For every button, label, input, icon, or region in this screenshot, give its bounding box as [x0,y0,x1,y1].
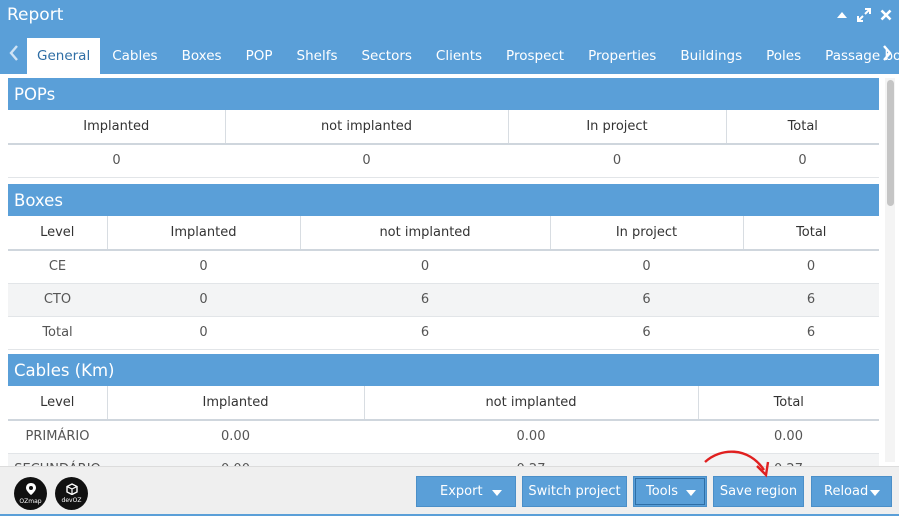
chevron-down-icon [492,490,502,496]
table-cell: 6 [300,283,550,317]
table-row: Total 0 6 6 6 [8,316,879,350]
table-cell: CTO [8,283,107,317]
pops-table: Implanted not implanted In project Total… [8,110,879,178]
tab-properties[interactable]: Properties [576,38,668,74]
cube-icon [65,483,78,497]
table-cell: 0.00 [107,453,364,466]
chevron-down-icon [870,490,880,496]
column-header: Implanted [106,386,364,421]
column-header: Level [8,216,107,251]
minimize-icon[interactable] [835,8,849,22]
table-cell: 0.00 [107,420,364,454]
table-row: CE 0 0 0 0 [8,250,879,284]
column-header: Total [697,386,879,421]
save-region-label: Save region [719,484,798,499]
cables-section-title: Cables (Km) [8,354,879,386]
table-cell: SECUNDÁRIO [8,453,107,466]
ozmap-logo: OZmap [14,477,47,510]
save-region-button[interactable]: Save region [713,476,804,507]
boxes-section-title: Boxes [8,184,879,216]
tools-button-label: Tools [646,484,679,499]
export-button-label: Export [440,484,483,499]
table-cell: 6 [743,283,879,317]
scrollbar-thumb[interactable] [887,80,894,206]
column-header: not implanted [224,110,508,145]
column-header: Level [8,386,107,421]
table-cell: 0 [107,283,300,317]
tab-poles[interactable]: Poles [754,38,813,74]
table-cell: 0 [508,144,726,178]
tabs-scroll-right-icon[interactable] [875,32,899,74]
table-cell: 6 [550,283,743,317]
tab-sectors[interactable]: Sectors [349,38,423,74]
devoz-logo: devOZ [55,477,88,510]
column-header: Implanted [106,216,300,251]
table-header-row: Level Implanted not implanted Total [8,386,879,421]
table-cell: 0 [300,250,550,284]
column-header: Implanted [8,110,225,145]
table-cell: 6 [300,316,550,350]
vertical-scrollbar[interactable] [885,78,895,462]
table-cell: 6 [550,316,743,350]
switch-project-label: Switch project [528,484,621,499]
table-cell: PRIMÁRIO [8,420,107,454]
maximize-icon[interactable] [857,8,871,22]
table-cell: 0.27 [364,453,698,466]
tab-shelfs[interactable]: Shelfs [285,38,350,74]
tab-cables[interactable]: Cables [100,38,169,74]
table-cell: 0 [107,316,300,350]
table-row: CTO 0 6 6 6 [8,283,879,317]
table-cell: 0 [743,250,879,284]
report-content[interactable]: POPs Implanted not implanted In project … [0,74,899,466]
tabs: General Cables Boxes POP Shelfs Sectors … [27,38,899,74]
table-cell: CE [8,250,107,284]
table-cell: 0.00 [364,420,698,454]
reload-button-label: Reload [824,484,869,499]
tab-prospect[interactable]: Prospect [494,38,576,74]
devoz-logo-text: devOZ [61,497,82,504]
window-title: Report [7,5,64,25]
map-pin-icon [25,482,37,498]
reload-button[interactable]: Reload [811,476,892,507]
table-cell: 0 [225,144,508,178]
switch-project-button[interactable]: Switch project [522,476,627,507]
table-header-row: Implanted not implanted In project Total [8,110,879,145]
table-header-row: Level Implanted not implanted In project… [8,216,879,251]
column-header: Total [742,216,879,251]
column-header: not implanted [299,216,550,251]
ozmap-logo-text: OZmap [19,498,42,505]
column-header: In project [549,216,743,251]
table-cell: 6 [743,316,879,350]
table-cell: Total [8,316,107,350]
chevron-down-icon [686,490,696,496]
tab-bar: General Cables Boxes POP Shelfs Sectors … [0,32,899,74]
window-controls [835,8,893,22]
tab-buildings[interactable]: Buildings [668,38,754,74]
tab-general[interactable]: General [27,38,101,74]
table-cell: 0 [550,250,743,284]
tab-boxes[interactable]: Boxes [170,38,234,74]
pops-section-title: POPs [8,78,879,110]
tools-button[interactable]: Tools [633,476,707,507]
column-header: Total [725,110,879,145]
table-row: 0 0 0 0 [8,144,879,178]
tab-clients[interactable]: Clients [424,38,494,74]
window-titlebar: Report [0,0,899,32]
table-cell: 0 [107,250,300,284]
tab-pop[interactable]: POP [234,38,285,74]
column-header: In project [507,110,726,145]
pops-section: POPs Implanted not implanted In project … [8,78,879,178]
boxes-table: Level Implanted not implanted In project… [8,216,879,350]
tabs-scroll-left-icon[interactable] [2,32,26,74]
annotation-arrow-icon [704,450,770,478]
boxes-section: Boxes Level Implanted not implanted In p… [8,184,879,350]
table-cell: 0 [726,144,879,178]
column-header: not implanted [363,386,698,421]
close-icon[interactable] [879,8,893,22]
export-button[interactable]: Export [416,476,516,507]
table-cell: 0 [8,144,225,178]
